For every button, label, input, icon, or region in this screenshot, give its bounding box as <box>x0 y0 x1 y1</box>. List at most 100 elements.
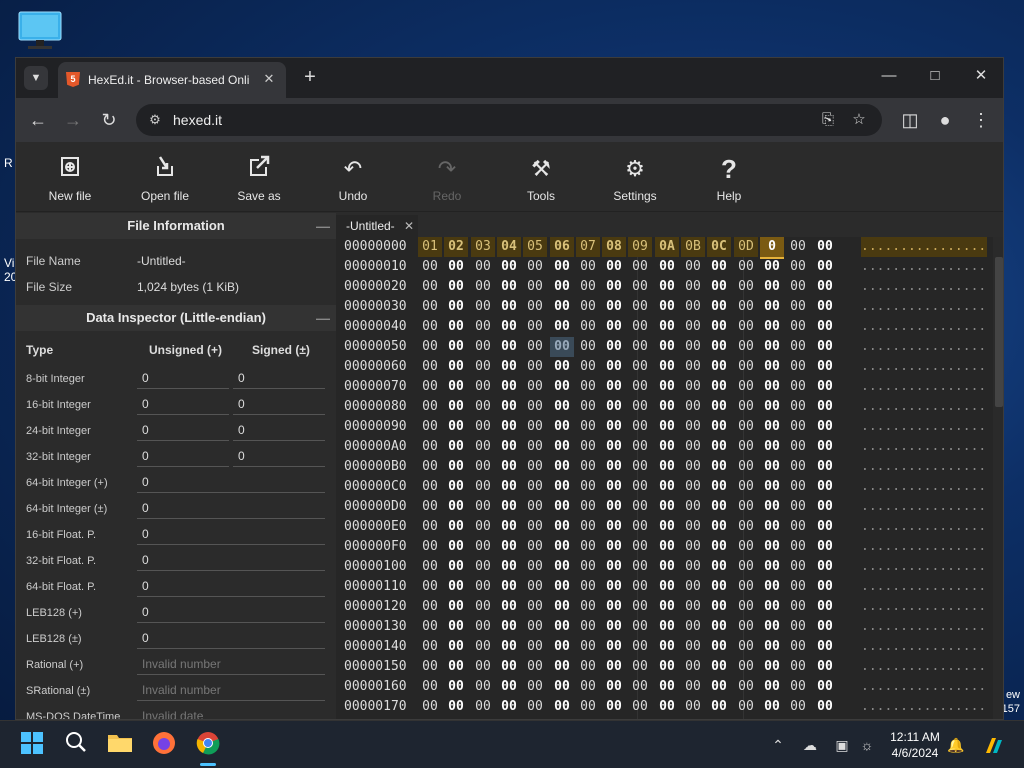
hex-byte-cell[interactable]: 00 <box>628 257 652 277</box>
hex-byte-cell[interactable]: 00 <box>707 677 731 697</box>
hex-byte-cell[interactable]: 00 <box>550 457 574 477</box>
hex-byte-cell[interactable]: 09 <box>628 237 652 257</box>
hex-byte-cell[interactable]: 00 <box>813 617 837 637</box>
hex-byte-cell[interactable]: 00 <box>786 537 810 557</box>
hex-byte-cell[interactable]: 00 <box>681 537 705 557</box>
hex-byte-cell[interactable]: 00 <box>734 457 758 477</box>
hex-byte-cell[interactable]: 00 <box>523 677 547 697</box>
hex-byte-cell[interactable]: 00 <box>602 477 626 497</box>
inspector-value-field[interactable]: 0 <box>137 551 325 571</box>
inspector-value-field[interactable]: Invalid number <box>137 681 325 701</box>
hex-byte-cell[interactable]: 00 <box>497 517 521 537</box>
side-panel-icon[interactable]: ◫ <box>896 106 924 134</box>
hex-byte-cell[interactable]: 00 <box>813 257 837 277</box>
hex-byte-cell[interactable]: 00 <box>471 437 495 457</box>
hex-byte-cell[interactable]: 00 <box>471 317 495 337</box>
hex-byte-cell[interactable]: 00 <box>523 377 547 397</box>
hex-byte-cell[interactable]: 00 <box>602 657 626 677</box>
hex-byte-cell[interactable]: 00 <box>786 517 810 537</box>
hex-byte-cell[interactable]: 00 <box>681 597 705 617</box>
hex-byte-cell[interactable]: 00 <box>813 377 837 397</box>
vertical-scrollbar[interactable] <box>993 237 1003 719</box>
hex-byte-cell[interactable]: 00 <box>813 497 837 517</box>
hex-byte-cell[interactable]: 00 <box>418 477 442 497</box>
hex-byte-cell[interactable]: 00 <box>655 637 679 657</box>
start-windows-icon[interactable] <box>18 731 46 759</box>
hex-byte-cell[interactable]: 03 <box>471 237 495 257</box>
hex-byte-cell[interactable]: 00 <box>813 437 837 457</box>
hex-byte-cell[interactable]: 00 <box>628 357 652 377</box>
inspector-value-field[interactable]: 0 <box>233 395 325 415</box>
hex-byte-cell[interactable]: 00 <box>602 517 626 537</box>
hex-byte-cell[interactable]: 02 <box>444 237 468 257</box>
hex-byte-cell[interactable]: 00 <box>550 497 574 517</box>
hex-byte-cell[interactable]: 00 <box>497 317 521 337</box>
hex-byte-cell[interactable]: 00 <box>550 657 574 677</box>
hex-byte-cell[interactable]: 00 <box>786 617 810 637</box>
hex-byte-cell[interactable]: 00 <box>523 257 547 277</box>
hex-byte-cell[interactable]: 00 <box>813 317 837 337</box>
inspector-value-field[interactable]: 0 <box>137 369 229 389</box>
inspector-value-field[interactable]: 0 <box>137 629 325 649</box>
back-button[interactable]: ← <box>24 106 52 134</box>
hex-byte-cell[interactable]: 00 <box>628 497 652 517</box>
browser-menu-icon[interactable]: ⋮ <box>967 106 995 134</box>
hex-byte-cell[interactable]: 00 <box>786 337 810 357</box>
scrollbar-thumb[interactable] <box>995 257 1003 407</box>
hex-byte-cell[interactable]: 00 <box>471 657 495 677</box>
hex-byte-cell[interactable]: 00 <box>497 657 521 677</box>
hex-byte-cell[interactable]: 00 <box>760 537 784 557</box>
hex-byte-cell[interactable]: 01 <box>418 237 442 257</box>
hex-byte-cell[interactable]: 00 <box>628 557 652 577</box>
hex-byte-cell[interactable]: 00 <box>497 677 521 697</box>
hex-byte-cell[interactable]: 00 <box>602 497 626 517</box>
hex-byte-cell[interactable]: 00 <box>813 277 837 297</box>
hex-byte-cell[interactable]: 00 <box>497 637 521 657</box>
hex-byte-cell[interactable]: 00 <box>444 357 468 377</box>
hex-byte-cell[interactable]: 00 <box>444 697 468 717</box>
hex-byte-cell[interactable]: 00 <box>655 597 679 617</box>
ascii-column[interactable]: ................ <box>861 477 987 497</box>
hex-byte-cell[interactable]: 00 <box>734 677 758 697</box>
help-button[interactable]: ? Help <box>689 154 769 203</box>
hex-byte-cell[interactable]: 00 <box>471 537 495 557</box>
hex-byte-cell[interactable]: 00 <box>444 277 468 297</box>
hex-byte-cell[interactable]: 00 <box>497 297 521 317</box>
hex-byte-cell[interactable]: 00 <box>628 577 652 597</box>
new-file-button[interactable]: New file <box>30 154 110 203</box>
maximize-button[interactable]: □ <box>912 58 958 94</box>
hex-byte-cell[interactable]: 00 <box>655 497 679 517</box>
hex-byte-cell[interactable]: 00 <box>497 537 521 557</box>
hex-byte-cell[interactable]: 00 <box>523 357 547 377</box>
hex-byte-cell[interactable]: 00 <box>418 377 442 397</box>
hex-byte-cell[interactable]: 00 <box>628 417 652 437</box>
hex-byte-cell[interactable]: 00 <box>786 497 810 517</box>
hex-byte-cell[interactable]: 00 <box>681 637 705 657</box>
hex-byte-cell[interactable]: 00 <box>786 417 810 437</box>
hex-byte-cell[interactable]: 00 <box>813 697 837 717</box>
hex-byte-cell[interactable]: 00 <box>576 697 600 717</box>
hex-byte-cell[interactable]: 00 <box>760 417 784 437</box>
hex-byte-cell[interactable]: 00 <box>628 597 652 617</box>
inspector-value-field[interactable]: 0 <box>233 369 325 389</box>
hex-byte-cell[interactable]: 00 <box>444 477 468 497</box>
hex-byte-cell[interactable]: 00 <box>523 637 547 657</box>
hex-byte-cell[interactable]: 00 <box>523 557 547 577</box>
hex-byte-cell[interactable]: 00 <box>655 477 679 497</box>
hex-byte-cell[interactable]: 00 <box>813 457 837 477</box>
hex-byte-cell[interactable]: 00 <box>813 357 837 377</box>
hex-byte-cell[interactable]: 00 <box>550 357 574 377</box>
hex-byte-cell[interactable]: 00 <box>681 357 705 377</box>
hex-byte-cell[interactable]: 00 <box>707 377 731 397</box>
hex-byte-cell[interactable]: 00 <box>734 697 758 717</box>
hex-byte-cell[interactable]: 0A <box>655 237 679 257</box>
hex-byte-cell[interactable]: 00 <box>655 377 679 397</box>
hex-byte-cell[interactable]: 00 <box>576 597 600 617</box>
hex-byte-cell[interactable]: 00 <box>734 417 758 437</box>
hex-byte-cell[interactable]: 00 <box>681 297 705 317</box>
ascii-column[interactable]: ................ <box>861 517 987 537</box>
hex-byte-cell[interactable]: 00 <box>681 257 705 277</box>
hex-byte-cell[interactable]: 00 <box>576 677 600 697</box>
hex-byte-cell[interactable]: 00 <box>523 297 547 317</box>
hex-byte-cell[interactable]: 00 <box>576 477 600 497</box>
